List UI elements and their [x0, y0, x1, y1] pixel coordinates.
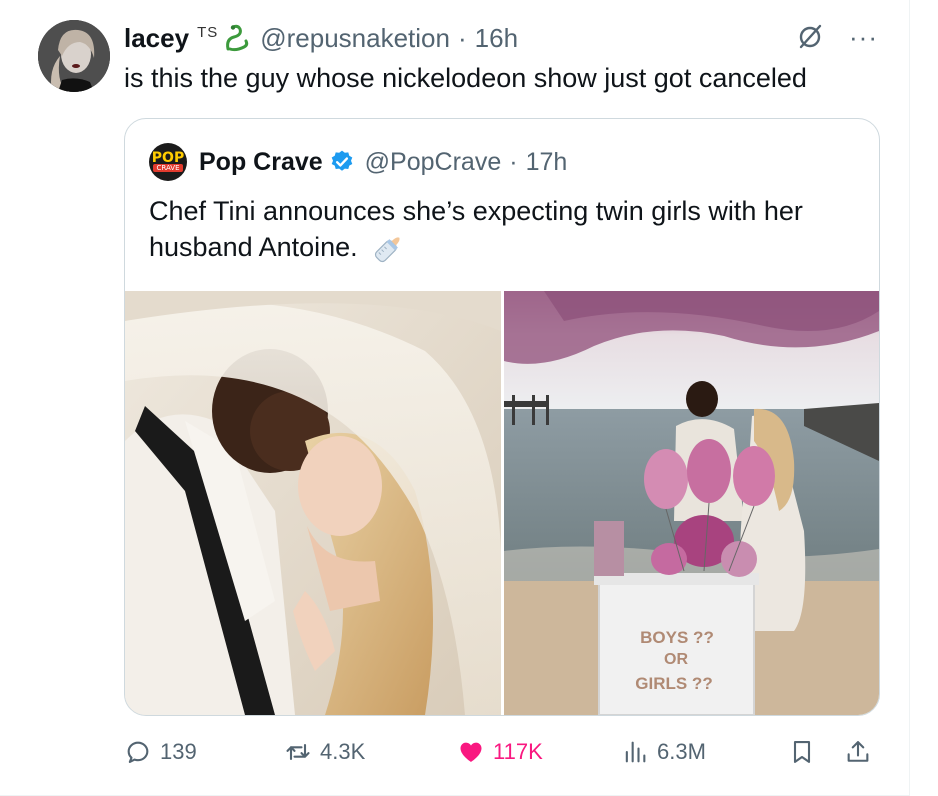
- share-icon: [847, 741, 869, 762]
- more-options-icon[interactable]: ···: [849, 24, 878, 50]
- quote-text: Chef Tini announces she’s expecting twin…: [149, 193, 849, 266]
- box-text-line-3: GIRLS ??: [635, 674, 712, 693]
- like-count: 117K: [493, 739, 543, 764]
- repost-count: 4.3K: [320, 739, 366, 764]
- header-actions: ···: [795, 22, 878, 52]
- timestamp[interactable]: 16h: [475, 23, 518, 54]
- reply-button[interactable]: 139: [124, 732, 197, 772]
- reply-icon: [127, 741, 149, 763]
- beach-reveal-photo: BOYS ?? OR GIRLS ??: [503, 291, 879, 715]
- box-text-line-1: BOYS ??: [640, 628, 714, 647]
- quote-timestamp[interactable]: 17h: [526, 148, 568, 177]
- avatar-photo: [38, 20, 110, 92]
- bookmark-button[interactable]: [788, 732, 816, 772]
- baby-bottle-icon: [375, 237, 400, 262]
- reply-count: 139: [160, 739, 197, 764]
- quote-text-body: Chef Tini announces she’s expecting twin…: [149, 196, 803, 262]
- quote-avatar[interactable]: POP CRAVE: [149, 143, 187, 181]
- quote-separator-dot: ·: [509, 147, 518, 176]
- grok-icon[interactable]: [795, 22, 825, 52]
- separator-dot: ·: [457, 22, 467, 53]
- views-count: 6.3M: [657, 739, 706, 764]
- views-button[interactable]: 6.3M: [621, 732, 706, 772]
- quote-handle[interactable]: @PopCrave: [365, 148, 502, 177]
- media-image-2[interactable]: BOYS ?? OR GIRLS ??: [503, 291, 880, 715]
- repost-icon: [286, 743, 310, 761]
- tweet[interactable]: lacey TS @repusnaketion · 16h ··· is thi…: [0, 0, 938, 796]
- box-text-line-2: OR: [664, 651, 688, 668]
- action-bar: 139 4.3K 117K 6.3M: [124, 732, 878, 772]
- divider: [909, 0, 910, 796]
- snake-icon: [226, 24, 249, 52]
- couple-photo: [125, 291, 501, 715]
- views-icon: [625, 741, 646, 763]
- avatar[interactable]: [38, 20, 110, 92]
- display-name[interactable]: lacey: [124, 23, 189, 54]
- repost-button[interactable]: 4.3K: [284, 732, 365, 772]
- quote-display-name[interactable]: Pop Crave: [199, 148, 323, 177]
- quote-avatar-logo-top: POP: [151, 150, 185, 166]
- quote-tweet[interactable]: POP CRAVE Pop Crave @PopCrave · 17h Chef…: [124, 118, 880, 716]
- share-button[interactable]: [844, 732, 872, 772]
- tweet-text: is this the guy whose nickelodeon show j…: [124, 63, 807, 93]
- bookmark-icon: [793, 741, 811, 763]
- heart-filled-icon: [460, 742, 482, 762]
- tweet-header: lacey TS @repusnaketion · 16h: [124, 20, 518, 56]
- name-emoji: TS: [197, 23, 219, 41]
- verified-badge-icon: [331, 150, 352, 171]
- quote-avatar-logo-bottom: CRAVE: [153, 164, 183, 172]
- media-grid: BOYS ?? OR GIRLS ??: [125, 291, 879, 715]
- media-image-1[interactable]: [125, 291, 501, 715]
- quote-header: POP CRAVE Pop Crave @PopCrave · 17h: [149, 143, 567, 181]
- like-button[interactable]: 117K: [457, 732, 543, 772]
- handle[interactable]: @repusnaketion: [260, 23, 450, 54]
